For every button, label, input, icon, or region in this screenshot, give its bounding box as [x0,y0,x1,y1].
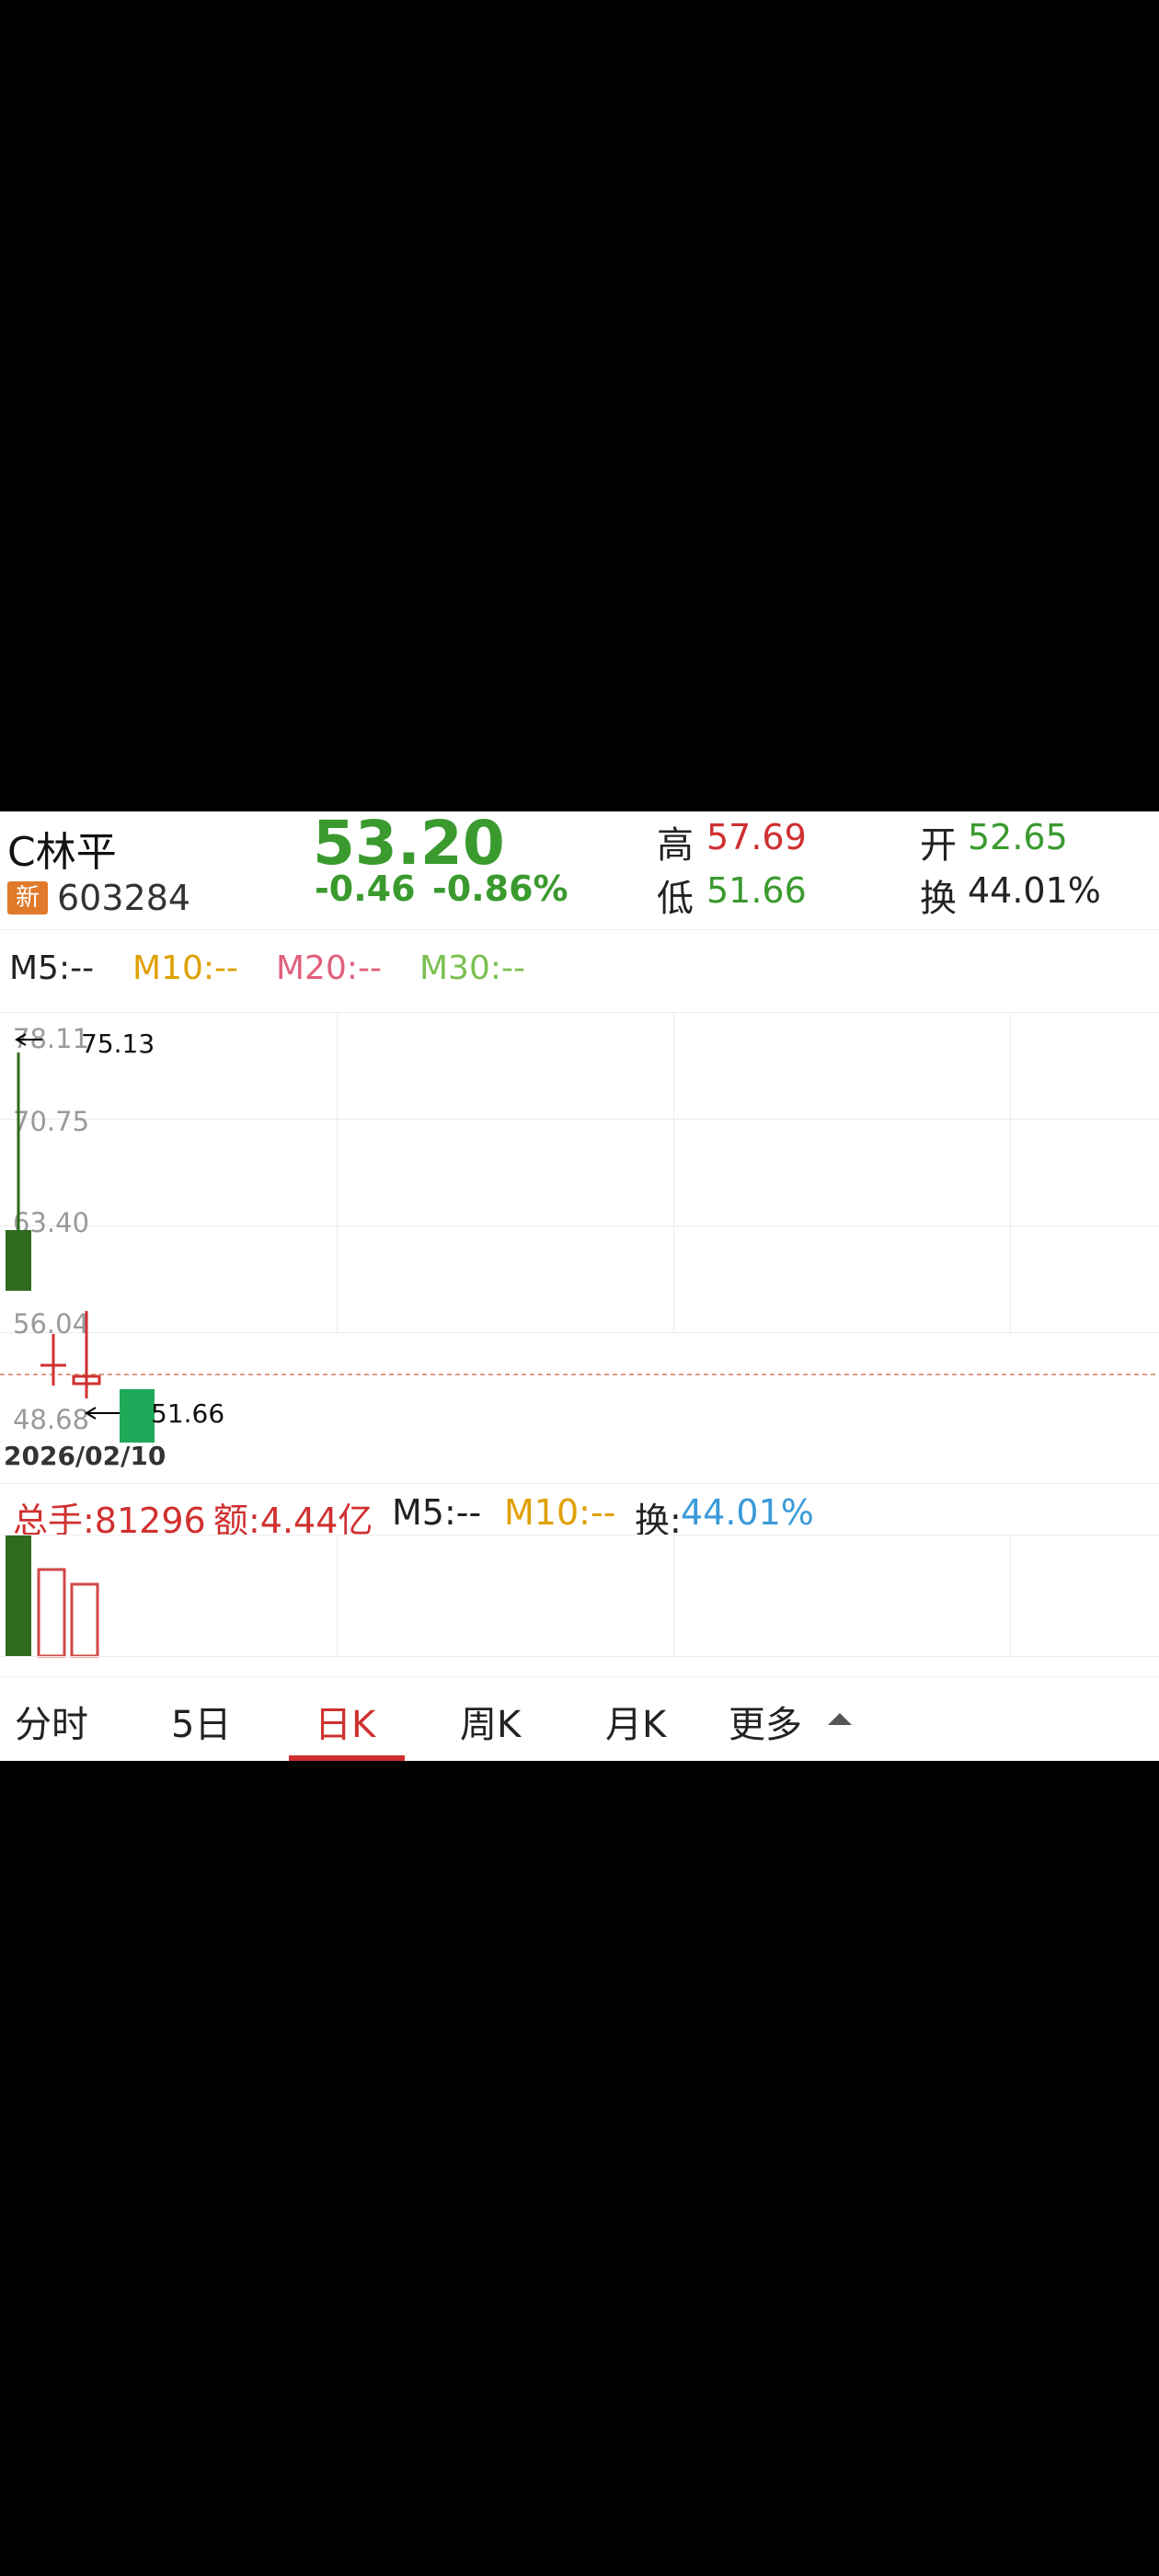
volume-chart-area[interactable] [0,1535,1159,1658]
tabs-divider [0,1676,1159,1677]
grid-line [1010,1535,1011,1658]
min-price-marker: 51.66 [151,1398,225,1429]
candle-3-body [120,1389,155,1443]
volume-ma10: M10:-- [504,1492,616,1533]
tab-monthly-k[interactable]: 月K [605,1695,666,1748]
volume-ma5: M5:-- [392,1492,482,1533]
stock-kline-panel: C林平 新 603284 53.20 -0.46 -0.86% 高 57.69 … [0,811,1159,1761]
max-price-marker: 75.13 [81,1029,155,1059]
triangle-up-icon[interactable] [828,1713,852,1725]
tab-daily-k[interactable]: 日K [315,1695,375,1748]
grid-line [673,1535,674,1658]
active-tab-indicator [289,1755,405,1761]
candle-0-body [6,1230,31,1291]
tab-more[interactable]: 更多 [729,1695,802,1748]
date-label: 2026/02/10 [4,1441,166,1471]
tab-weekly-k[interactable]: 周K [460,1695,521,1748]
grid-line [0,1656,1159,1657]
grid-line [337,1535,338,1658]
volume-turnover-value: 44.01% [681,1492,814,1533]
tab-5day[interactable]: 5日 [171,1695,231,1748]
tab-intraday[interactable]: 分时 [15,1695,88,1748]
volume-divider [0,1483,1159,1484]
